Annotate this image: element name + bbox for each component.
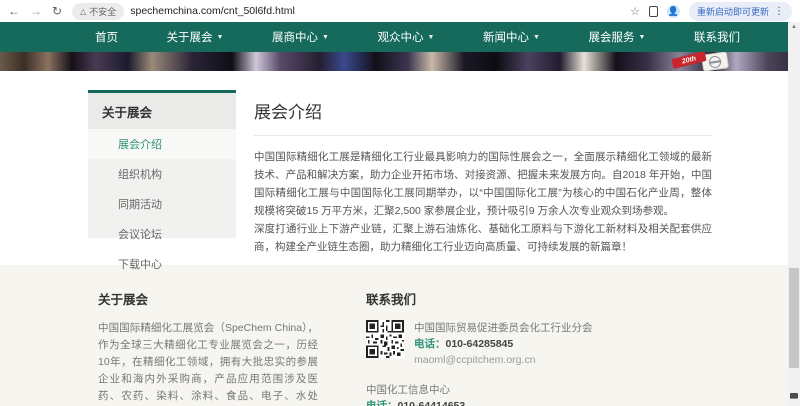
- sidebar-title: 关于展会: [88, 93, 236, 129]
- nav-exhibitor[interactable]: 展商中心 ▼: [272, 29, 329, 45]
- nav-contact[interactable]: 联系我们: [694, 29, 740, 45]
- chevron-down-icon: ▼: [638, 34, 645, 41]
- anniversary-ribbon: 20th: [671, 52, 706, 69]
- sidebar-item-concurrent-events[interactable]: 同期活动: [88, 189, 236, 219]
- nav-home[interactable]: 首页: [95, 29, 118, 45]
- profile-avatar[interactable]: 👤: [667, 5, 680, 18]
- update-chrome-button[interactable]: 重新启动即可更新 ⋮: [689, 2, 792, 21]
- footer-about-column: 关于展会 中国国际精细化工展览会（SpeChem China），作为全球三大精细…: [98, 289, 318, 406]
- nav-visitor[interactable]: 观众中心 ▼: [378, 29, 435, 45]
- scroll-up-icon[interactable]: ▲: [788, 22, 800, 32]
- contact-org-2: 中国化工信息中心: [366, 382, 593, 398]
- forward-icon[interactable]: →: [30, 5, 42, 17]
- tab-group-icon[interactable]: [649, 6, 658, 17]
- title-divider: [254, 135, 712, 136]
- address-bar[interactable]: △ 不安全 spechemchina.com/cnt_50l6fd.html: [72, 2, 620, 20]
- security-badge[interactable]: △ 不安全: [72, 3, 124, 20]
- warning-icon: △: [80, 7, 86, 16]
- sidebar-item-download[interactable]: 下载中心: [88, 249, 236, 279]
- qr-code-image: [366, 320, 404, 358]
- footer-about-text: 中国国际精细化工展览会（SpeChem China），作为全球三大精细化工专业展…: [98, 320, 318, 406]
- sidebar-item-organization[interactable]: 组织机构: [88, 159, 236, 189]
- footer-contact-column: 联系我们: [366, 289, 593, 406]
- contact-org-1: 中国国际贸易促进委员会化工行业分会: [414, 320, 593, 336]
- monitor-icon: [790, 393, 798, 399]
- vertical-scrollbar[interactable]: ▲: [788, 22, 800, 406]
- chevron-down-icon: ▼: [322, 34, 329, 41]
- scrollbar-thumb[interactable]: [789, 268, 799, 368]
- sidebar: 关于展会 展会介绍 组织机构 同期活动 会议论坛 下载中心: [88, 90, 236, 238]
- chevron-down-icon: ▼: [533, 34, 540, 41]
- page-title: 展会介绍: [254, 98, 712, 123]
- menu-kebab-icon[interactable]: ⋮: [774, 6, 784, 17]
- intro-paragraph-1: 中国国际精细化工展是精细化工行业最具影响力的国际性展会之一，全面展示精细化工领域…: [254, 148, 712, 220]
- sidebar-item-conference[interactable]: 会议论坛: [88, 219, 236, 249]
- chevron-down-icon: ▼: [217, 34, 224, 41]
- bookmark-star-icon[interactable]: ☆: [630, 5, 640, 18]
- hero-banner-image: 20th: [0, 52, 800, 71]
- browser-toolbar: ← → ↻ △ 不安全 spechemchina.com/cnt_50l6fd.…: [0, 0, 800, 22]
- url-text: spechemchina.com/cnt_50l6fd.html: [130, 5, 295, 17]
- nav-services[interactable]: 展会服务 ▼: [588, 29, 645, 45]
- back-icon[interactable]: ←: [8, 5, 20, 17]
- site-navbar: 首页 关于展会 ▼ 展商中心 ▼ 观众中心 ▼ 新闻中心 ▼ 展会服务 ▼ 联系…: [0, 22, 800, 52]
- footer-contact-title: 联系我们: [366, 289, 593, 308]
- footer-about-title: 关于展会: [98, 289, 318, 308]
- reload-icon[interactable]: ↻: [52, 5, 62, 17]
- nav-about[interactable]: 关于展会 ▼: [167, 29, 224, 45]
- sidebar-item-intro[interactable]: 展会介绍: [88, 129, 236, 159]
- contact-phone-2: 电话：010-64414653: [366, 398, 593, 406]
- content-panel: 展会介绍 中国国际精细化工展是精细化工行业最具影响力的国际性展会之一，全面展示精…: [236, 90, 800, 265]
- security-label: 不安全: [89, 5, 116, 18]
- contact-email-1: maoml@ccpitchem.org.cn: [414, 352, 593, 368]
- banner-logo: 20th: [672, 53, 728, 71]
- intro-paragraph-2: 深度打通行业上下游产业链，汇聚上游石油炼化、基础化工原料与下游化工新材料及相关配…: [254, 220, 712, 256]
- main-area: 关于展会 展会介绍 组织机构 同期活动 会议论坛 下载中心 展会介绍 中国国际精…: [0, 71, 800, 265]
- chevron-down-icon: ▼: [428, 34, 435, 41]
- footer: 关于展会 中国国际精细化工展览会（SpeChem China），作为全球三大精细…: [0, 265, 800, 406]
- contact-phone-1: 电话：010-64285845: [414, 336, 593, 352]
- nav-news[interactable]: 新闻中心 ▼: [483, 29, 540, 45]
